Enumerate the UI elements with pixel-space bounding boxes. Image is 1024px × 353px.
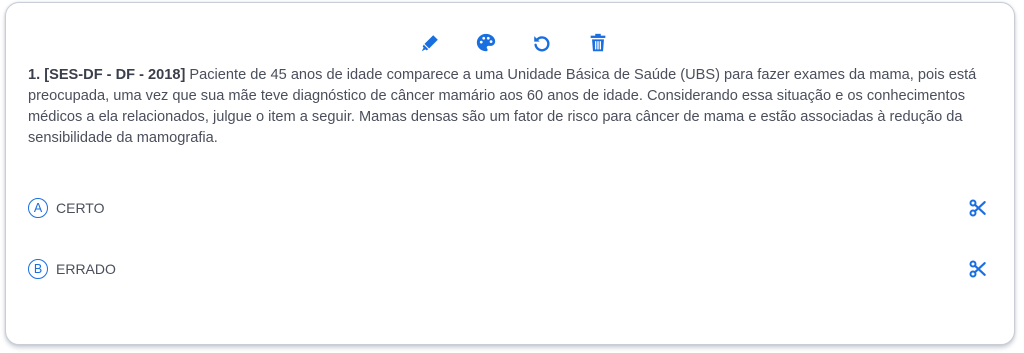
- option-label: CERTO: [56, 200, 105, 216]
- question-card: 1. [SES-DF - DF - 2018] Paciente de 45 a…: [5, 2, 1015, 345]
- option-letter: A: [28, 198, 48, 218]
- scissors-icon[interactable]: [968, 198, 988, 218]
- highlighter-icon[interactable]: [418, 31, 442, 55]
- question-text: 1. [SES-DF - DF - 2018] Paciente de 45 a…: [28, 65, 994, 149]
- question-toolbar: [6, 31, 1014, 55]
- trash-icon[interactable]: [586, 31, 610, 55]
- option-letter: B: [28, 259, 48, 279]
- undo-icon[interactable]: [530, 31, 554, 55]
- option-b[interactable]: B ERRADO: [28, 256, 988, 282]
- scissors-icon[interactable]: [968, 259, 988, 279]
- option-label: ERRADO: [56, 261, 116, 277]
- question-source: [SES-DF - DF - 2018]: [44, 67, 186, 83]
- palette-icon[interactable]: [474, 31, 498, 55]
- option-a[interactable]: A CERTO: [28, 195, 988, 221]
- question-number: 1.: [28, 67, 41, 83]
